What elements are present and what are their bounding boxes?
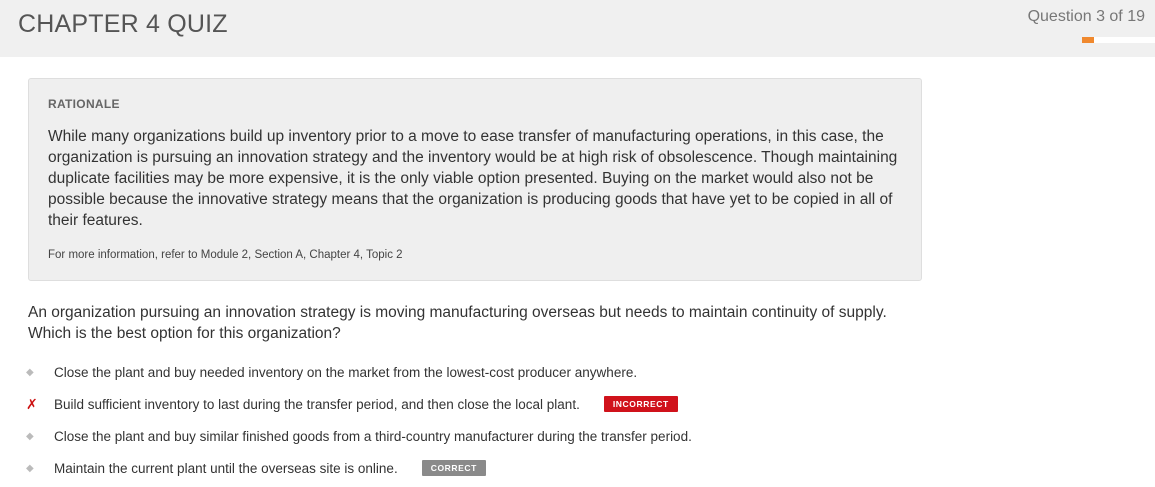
rationale-text: While many organizations build up invent…	[48, 128, 898, 229]
diamond-bullet-icon: ◆	[26, 366, 34, 378]
correct-badge: CORRECT	[421, 460, 486, 476]
diamond-bullet-icon: ◆	[26, 430, 34, 442]
progress-bar	[1082, 37, 1155, 43]
quiz-header: CHAPTER 4 QUIZ Question 3 of 19	[0, 0, 1155, 57]
progress-bar-fill	[1082, 37, 1094, 43]
rationale-panel: RATIONALE While many organizations build…	[28, 78, 922, 281]
answer-text: Close the plant and buy similar finished…	[54, 428, 692, 444]
page-title: CHAPTER 4 QUIZ	[18, 10, 228, 38]
rationale-heading: RATIONALE	[48, 97, 120, 111]
answer-option-2[interactable]: ✗ Build sufficient inventory to last dur…	[26, 394, 678, 414]
answer-text: Close the plant and buy needed inventory…	[54, 364, 638, 380]
answer-option-4[interactable]: ◆ Maintain the current plant until the o…	[26, 458, 486, 478]
answer-text: Build sufficient inventory to last durin…	[54, 396, 580, 412]
answer-text: Maintain the current plant until the ove…	[54, 460, 398, 476]
diamond-bullet-icon: ◆	[26, 462, 34, 474]
rationale-reference: For more information, refer to Module 2,…	[48, 249, 403, 261]
cross-icon: ✗	[26, 395, 38, 412]
question-text: An organization pursuing an innovation s…	[28, 304, 887, 342]
question-counter: Question 3 of 19	[1027, 8, 1145, 25]
answer-option-1[interactable]: ◆ Close the plant and buy needed invento…	[26, 362, 637, 382]
answer-option-3[interactable]: ◆ Close the plant and buy similar finish…	[26, 426, 692, 446]
incorrect-badge: INCORRECT	[603, 396, 678, 412]
